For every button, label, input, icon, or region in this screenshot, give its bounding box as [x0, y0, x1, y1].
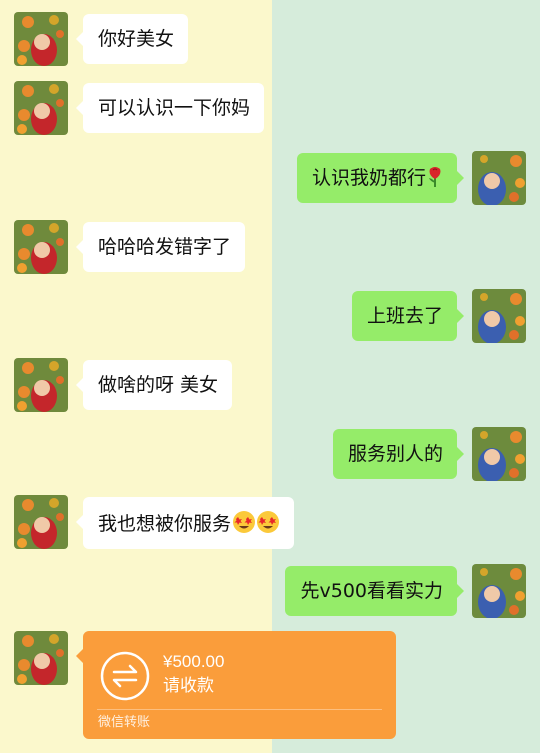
self-avatar[interactable] — [472, 564, 526, 618]
contact-avatar[interactable] — [14, 12, 68, 66]
divider — [97, 709, 382, 710]
message-bubble-incoming[interactable]: 做啥的呀 美女 — [75, 360, 233, 410]
message-bubble-outgoing[interactable]: 认识我奶都行 — [296, 153, 465, 203]
self-avatar[interactable] — [472, 427, 526, 481]
message-text: 你好美女 — [98, 28, 175, 50]
transfer-footer-label: 微信转账 — [98, 715, 151, 730]
self-avatar[interactable] — [472, 151, 526, 205]
transfer-card[interactable]: ¥500.00 请收款 微信转账 — [76, 631, 396, 739]
message-text: 我也想被你服务 — [98, 513, 232, 535]
rose-icon — [427, 166, 443, 188]
message-bubble-outgoing[interactable]: 先v500看看实力 — [285, 566, 464, 616]
message-text: 服务别人的 — [347, 443, 443, 465]
message-bubble-incoming[interactable]: 我也想被你服务 — [75, 497, 295, 549]
message-text: 可以认识一下你妈 — [98, 97, 251, 119]
self-avatar[interactable] — [472, 289, 526, 343]
contact-avatar[interactable] — [14, 358, 68, 412]
message-bubble-outgoing[interactable]: 上班去了 — [351, 291, 465, 341]
contact-avatar[interactable] — [14, 631, 68, 685]
star-struck-face-icon — [232, 510, 280, 534]
message-text: 上班去了 — [366, 305, 443, 327]
transfer-amount: ¥500.00 — [163, 652, 225, 671]
message-text: 做啥的呀 美女 — [98, 374, 219, 396]
transfer-action-label: 请收款 — [163, 676, 214, 696]
message-text: 先v500看看实力 — [300, 580, 443, 602]
transfer-arrows-icon — [100, 651, 150, 701]
message-text: 哈哈哈发错字了 — [98, 236, 232, 258]
contact-avatar[interactable] — [14, 495, 68, 549]
contact-avatar[interactable] — [14, 220, 68, 274]
message-bubble-incoming[interactable]: 可以认识一下你妈 — [75, 83, 265, 133]
message-bubble-incoming[interactable]: 你好美女 — [75, 14, 189, 64]
message-bubble-incoming[interactable]: 哈哈哈发错字了 — [75, 222, 246, 272]
contact-avatar[interactable] — [14, 81, 68, 135]
message-bubble-outgoing[interactable]: 服务别人的 — [332, 429, 465, 479]
message-text: 认识我奶都行 — [311, 167, 426, 189]
